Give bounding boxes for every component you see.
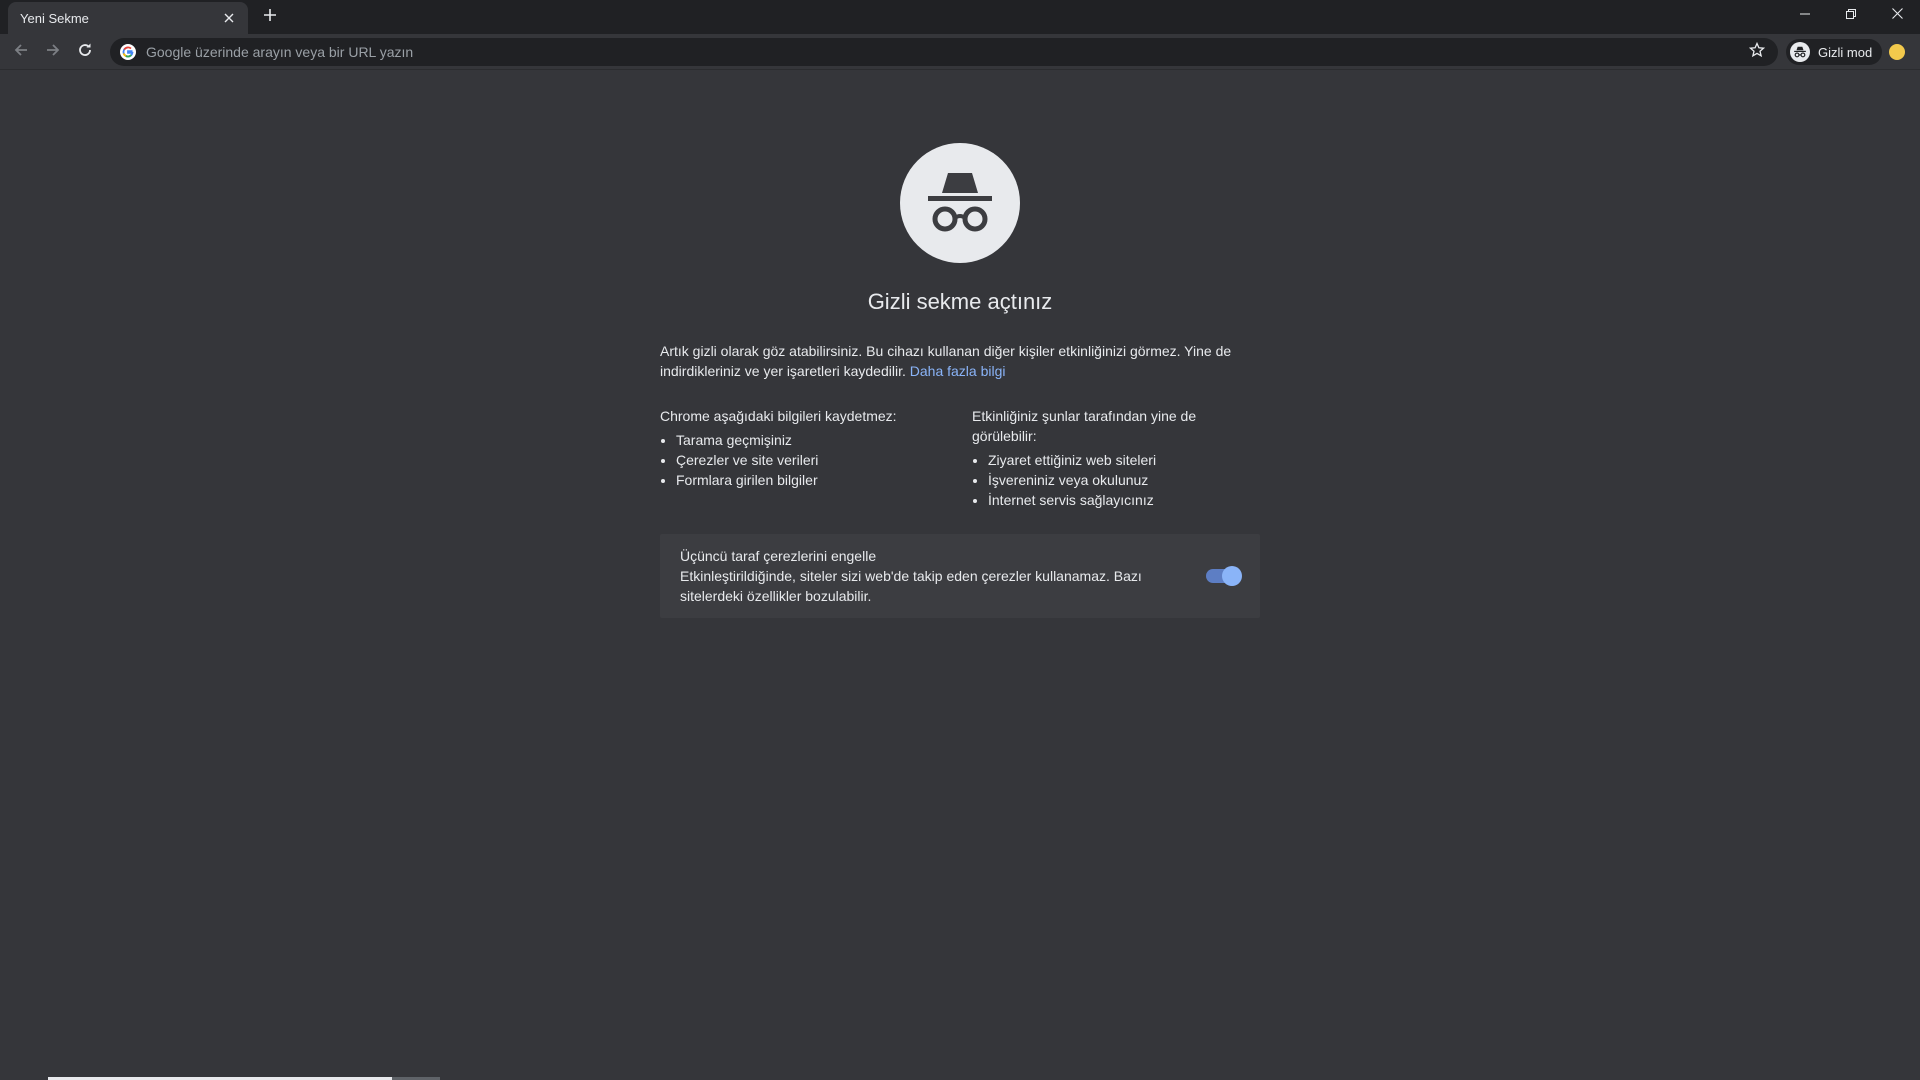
incognito-icon (1790, 42, 1810, 62)
back-button[interactable] (7, 38, 35, 66)
incognito-page: Gizli sekme açtınız Artık gizli olarak g… (660, 143, 1260, 618)
intro-paragraph: Artık gizli olarak göz atabilirsiniz. Bu… (660, 341, 1260, 381)
star-icon (1748, 41, 1766, 63)
tab-title: Yeni Sekme (20, 10, 89, 26)
restore-button[interactable] (1828, 0, 1874, 30)
page-title: Gizli sekme açtınız (867, 289, 1053, 314)
toggle-knob (1222, 566, 1242, 586)
learn-more-link[interactable]: Daha fazla bilgi (910, 363, 1006, 379)
not-saved-column: Chrome aşağıdaki bilgileri kaydetmez: Ta… (660, 406, 948, 510)
close-window-button[interactable] (1874, 0, 1920, 30)
plus-icon (263, 8, 277, 27)
list-item: İşvereniniz veya okulunuz (988, 470, 1260, 490)
list-item: Ziyaret ettiğiniz web siteleri (988, 450, 1260, 470)
tab-strip: Yeni Sekme (0, 0, 1920, 34)
close-icon[interactable] (220, 9, 238, 27)
not-saved-heading: Chrome aşağıdaki bilgileri kaydetmez: (660, 408, 897, 424)
not-saved-list: Tarama geçmişiniz Çerezler ve site veril… (660, 430, 948, 490)
block-cookies-toggle[interactable] (1206, 566, 1242, 586)
minimize-button[interactable] (1782, 0, 1828, 30)
arrow-left-icon (13, 42, 29, 63)
restore-icon (1846, 6, 1856, 24)
visible-column: Etkinliğiniz şunlar tarafından yine de g… (948, 406, 1260, 510)
minimize-icon (1800, 6, 1810, 24)
list-item: İnternet servis sağlayıcınız (988, 490, 1260, 510)
forward-button[interactable] (39, 38, 67, 66)
incognito-profile-chip[interactable]: Gizli mod (1786, 39, 1883, 65)
bookmark-star-button[interactable] (1746, 41, 1768, 63)
info-columns: Chrome aşağıdaki bilgileri kaydetmez: Ta… (660, 406, 1260, 510)
cookie-description: Etkinleştirildiğinde, siteler sizi web'd… (680, 568, 1142, 604)
tab-new-tab[interactable]: Yeni Sekme (8, 2, 248, 34)
omnibox-input[interactable] (144, 43, 1746, 61)
visible-heading: Etkinliğiniz şunlar tarafından yine de g… (972, 408, 1197, 444)
visible-list: Ziyaret ettiğiniz web siteleri İşverenin… (972, 450, 1260, 510)
reload-icon (77, 42, 93, 63)
arrow-right-icon (45, 42, 61, 63)
incognito-icon (900, 143, 1020, 263)
window-controls (1782, 0, 1920, 30)
omnibox[interactable] (110, 38, 1778, 66)
list-item: Çerezler ve site verileri (676, 450, 948, 470)
toolbar: Gizli mod (0, 34, 1920, 70)
reload-button[interactable] (71, 38, 99, 66)
third-party-cookie-card: Üçüncü taraf çerezlerini engelle Etkinle… (660, 534, 1260, 618)
list-item: Tarama geçmişiniz (676, 430, 948, 450)
google-icon (120, 44, 136, 60)
extension-icon[interactable] (1889, 44, 1905, 60)
cookie-text: Üçüncü taraf çerezlerini engelle Etkinle… (680, 546, 1146, 606)
new-tab-button[interactable] (258, 5, 282, 29)
close-icon (1891, 6, 1903, 24)
cookie-title: Üçüncü taraf çerezlerini engelle (680, 548, 877, 564)
list-item: Formlara girilen bilgiler (676, 470, 948, 490)
profile-label: Gizli mod (1818, 44, 1873, 60)
